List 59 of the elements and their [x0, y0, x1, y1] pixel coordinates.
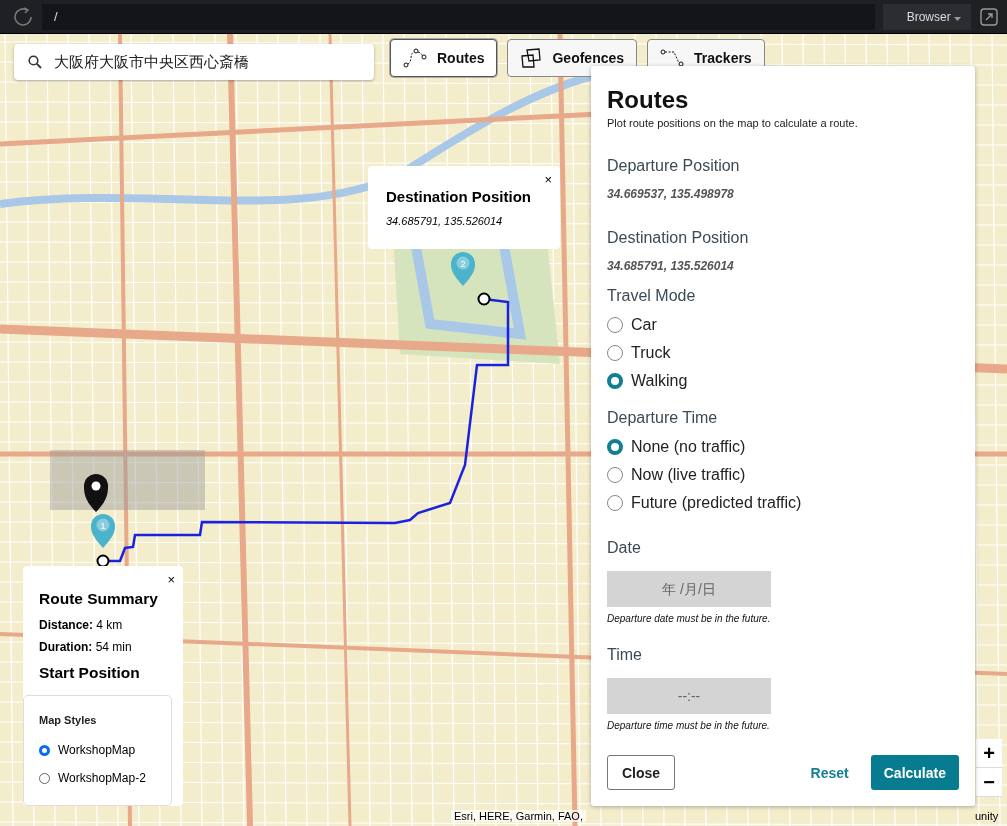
field-label: Date	[607, 539, 642, 557]
search-icon	[28, 55, 42, 69]
close-button[interactable]: Close	[607, 755, 676, 790]
attribution-text: Esri, HERE, Garmin, FAO,	[451, 810, 586, 822]
field-label: Destination Position	[607, 229, 750, 247]
panel-title: Map Styles	[39, 714, 98, 726]
radio-button[interactable]	[607, 345, 623, 361]
radio-button[interactable]	[607, 495, 623, 511]
radio-button[interactable]	[607, 439, 623, 455]
field-label: Departure Position	[607, 157, 741, 175]
radio-label: WorkshopMap	[58, 743, 136, 757]
popup-title: Route Summary	[39, 590, 159, 608]
calculate-button[interactable]: Calculate	[870, 755, 959, 790]
tab[interactable]: Routes	[390, 39, 498, 77]
popup-subtitle: Start Position	[39, 664, 141, 682]
path-field[interactable]: /	[42, 3, 875, 30]
coordinates-text: 34.669537, 135.498978	[607, 187, 735, 201]
coordinates-text: 34.685791, 135.526014	[386, 215, 504, 227]
waypoint-marker[interactable]	[96, 554, 110, 568]
field-label: Travel Mode	[607, 287, 697, 305]
pin-icon[interactable]	[84, 474, 108, 512]
search-field[interactable]: 大阪府大阪市中央区西心斎橋	[14, 44, 374, 80]
attribution-text: unity	[975, 810, 999, 822]
browser-menu[interactable]: Browser	[882, 3, 971, 30]
polygon-icon	[520, 47, 543, 69]
popup-title: Destination Position	[386, 188, 532, 205]
radio-button[interactable]	[39, 744, 50, 756]
date-field[interactable]: 年 /月/日	[607, 571, 771, 607]
radio-button[interactable]	[607, 467, 623, 483]
reset-button[interactable]: Reset	[798, 755, 861, 790]
radio-label: WorkshopMap-2	[58, 771, 146, 785]
close-button[interactable]: ×	[542, 170, 554, 189]
waypoint-marker[interactable]	[477, 292, 491, 306]
close-button[interactable]: ×	[165, 570, 177, 589]
zoom-in-button[interactable]: +	[976, 739, 1002, 768]
popout-icon[interactable]	[979, 6, 999, 27]
radio-label: Now (live traffic)	[631, 466, 746, 484]
radio-button[interactable]	[607, 317, 623, 333]
hint-text: Departure time must be in the future.	[607, 720, 771, 731]
summary-text: Duration: 54 min	[39, 640, 133, 654]
field-label: Time	[607, 646, 643, 664]
radio-label: None (no traffic)	[631, 438, 746, 456]
radio-label: Car	[631, 316, 657, 334]
tab[interactable]: Geofences	[507, 39, 638, 77]
panel-title: Routes	[607, 86, 690, 114]
field-label: Departure Time	[607, 409, 719, 427]
hint-text: Departure date must be in the future.	[607, 613, 772, 624]
radio-label: Future (predicted traffic)	[631, 494, 802, 512]
tracker-icon	[660, 48, 685, 68]
route-icon	[403, 48, 427, 68]
coordinates-text: 34.685791, 135.526014	[607, 259, 735, 273]
summary-text: Distance: 4 km	[39, 618, 124, 632]
radio-label: Walking	[631, 372, 688, 390]
radio-label: Truck	[631, 344, 671, 362]
time-field[interactable]: --:--	[607, 678, 771, 714]
panel-subtitle: Plot route positions on the map to calculate a route.	[607, 117, 859, 129]
reload-icon[interactable]	[12, 5, 34, 28]
radio-button[interactable]	[607, 373, 623, 389]
caret-icon	[954, 16, 961, 21]
